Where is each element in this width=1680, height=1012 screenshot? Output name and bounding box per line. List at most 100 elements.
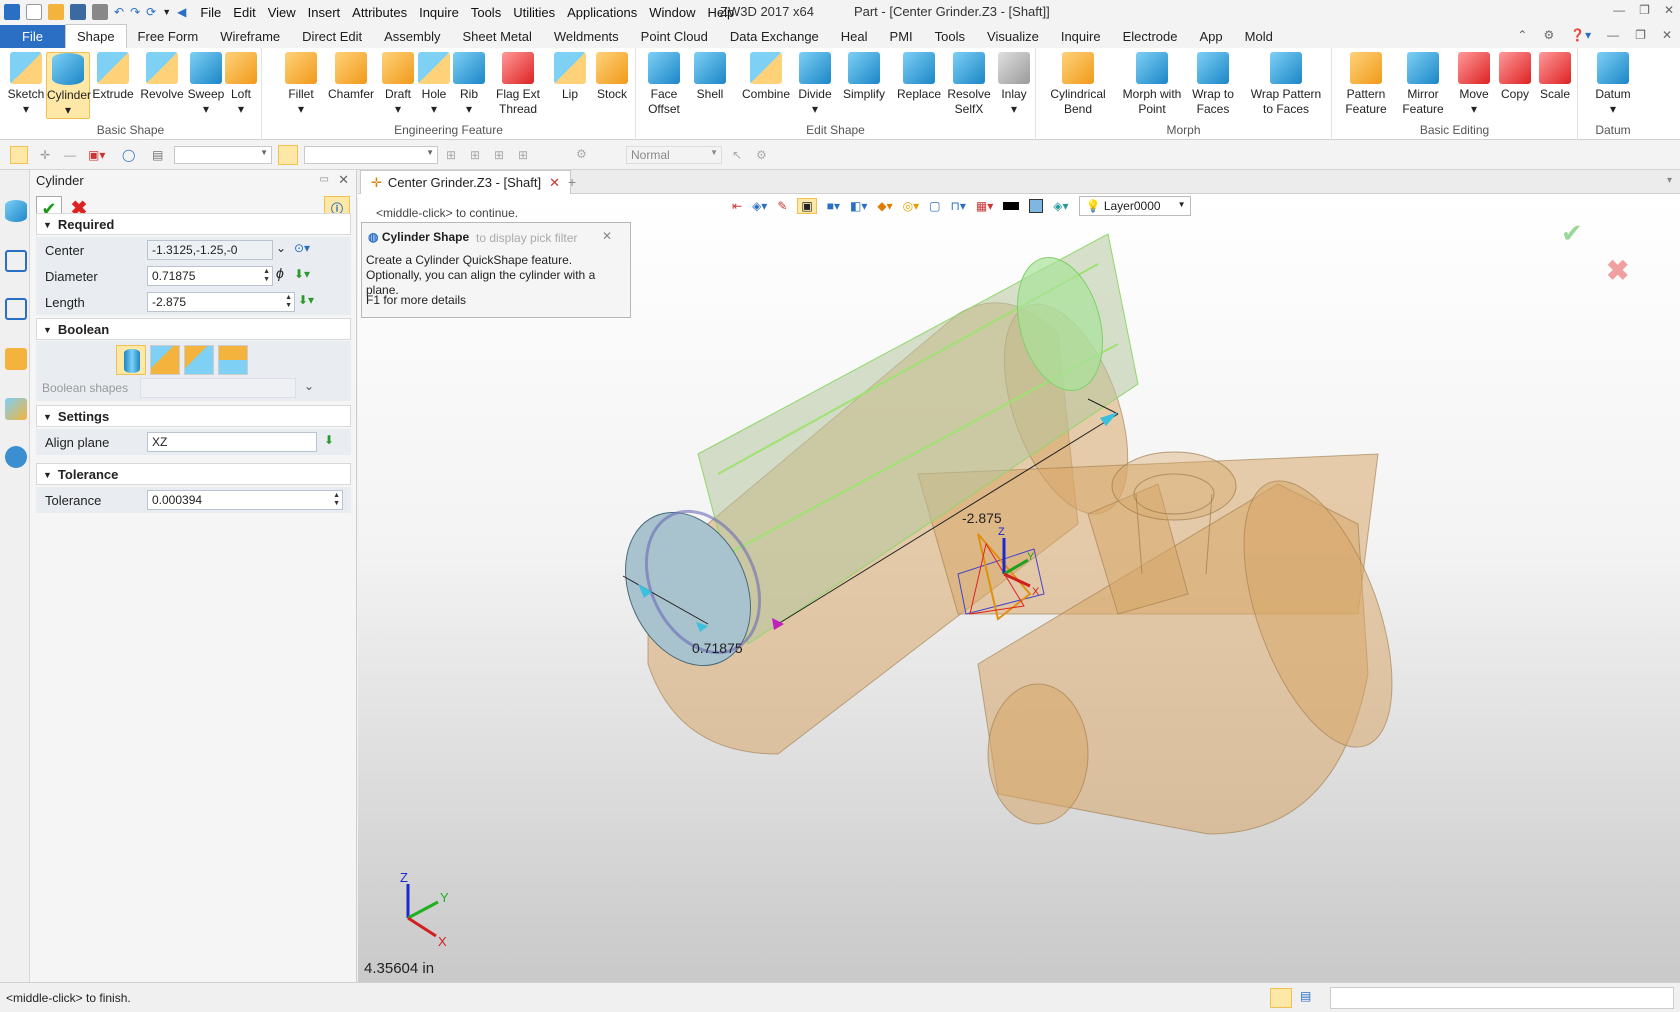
- panel-close-icon[interactable]: ✕: [338, 172, 349, 188]
- tab-visualize[interactable]: Visualize: [976, 25, 1050, 48]
- boolean-shapes-chevron-icon[interactable]: ⌄: [304, 379, 314, 393]
- length-spinner[interactable]: ▲ ▼: [285, 294, 292, 310]
- fillet-button[interactable]: Fillet ▾: [284, 52, 318, 117]
- document-tab-close-icon[interactable]: ✕: [549, 175, 560, 190]
- minimize-doc-icon[interactable]: —: [1607, 28, 1619, 42]
- simplify-button[interactable]: Simplify: [838, 52, 890, 102]
- tab-app[interactable]: App: [1189, 25, 1234, 48]
- double-chevron-icon[interactable]: ⌄: [276, 241, 292, 257]
- settings-gear-icon[interactable]: ⚙: [1543, 28, 1554, 42]
- menu-insert[interactable]: Insert: [302, 5, 347, 20]
- diameter-spinner[interactable]: ▲ ▼: [263, 268, 270, 284]
- tab-sheet-metal[interactable]: Sheet Metal: [452, 25, 543, 48]
- filter-icon[interactable]: ▣▾: [88, 148, 105, 162]
- menu-applications[interactable]: Applications: [561, 5, 643, 20]
- section-required[interactable]: Required: [36, 213, 351, 235]
- tab-file[interactable]: File: [0, 25, 65, 48]
- phi-icon[interactable]: ϕ: [276, 265, 292, 281]
- lasso-icon[interactable]: ◯: [122, 148, 135, 162]
- boolean-intersect-icon[interactable]: [218, 345, 248, 375]
- user-icon[interactable]: [5, 446, 27, 468]
- assembly-tree-icon[interactable]: [5, 298, 27, 320]
- divide-button[interactable]: Divide ▾: [796, 52, 834, 117]
- boolean-add-icon[interactable]: [150, 345, 180, 375]
- shell-button[interactable]: Shell: [692, 52, 728, 102]
- align-plane-field[interactable]: XZ: [147, 432, 317, 452]
- length-dimension[interactable]: -2.875: [962, 510, 1002, 526]
- 3d-viewport[interactable]: ⇤ ◈▾ ✎ ▣ ■▾ ◧▾ ◆▾ ◎▾ ▢ ⊓▾ ▦▾ ◈▾ 💡 Layer0…: [358, 194, 1680, 982]
- collapse-ribbon-icon[interactable]: ⌃: [1517, 28, 1527, 42]
- history-tree-icon[interactable]: [5, 250, 27, 272]
- rib-button[interactable]: Rib ▾: [452, 52, 486, 117]
- cylinder-button[interactable]: Cylinder ▾: [46, 52, 91, 119]
- menu-tools[interactable]: Tools: [465, 5, 507, 20]
- tab-heal[interactable]: Heal: [830, 25, 879, 48]
- tab-direct-edit[interactable]: Direct Edit: [291, 25, 373, 48]
- loft-button[interactable]: Loft ▾: [224, 52, 258, 117]
- back-arrow-icon[interactable]: ◀: [177, 5, 186, 19]
- status-layout-icon[interactable]: [1270, 988, 1292, 1008]
- boolean-shapes-field[interactable]: [140, 378, 296, 398]
- draft-button[interactable]: Draft ▾: [380, 52, 416, 117]
- status-list-icon[interactable]: ▤: [1300, 989, 1311, 1003]
- snap-icon[interactable]: ⚙: [756, 148, 767, 162]
- wrap-pattern-to-faces-button[interactable]: Wrap Pattern to Faces: [1250, 52, 1322, 117]
- point-pick-icon[interactable]: ⊙▾: [294, 241, 310, 257]
- render-icon[interactable]: ⚙: [576, 147, 587, 161]
- tab-inquire[interactable]: Inquire: [1050, 25, 1112, 48]
- restore-doc-icon[interactable]: ❐: [1635, 28, 1646, 42]
- inlay-button[interactable]: Inlay ▾: [996, 52, 1032, 117]
- new-tab-icon[interactable]: +: [568, 174, 576, 190]
- section-tolerance[interactable]: Tolerance: [36, 463, 351, 485]
- smart-pick-icon[interactable]: [278, 145, 298, 165]
- chamfer-button[interactable]: Chamfer: [326, 52, 376, 102]
- menu-attributes[interactable]: Attributes: [346, 5, 413, 20]
- menu-utilities[interactable]: Utilities: [507, 5, 561, 20]
- tab-mold[interactable]: Mold: [1234, 25, 1284, 48]
- scale-button[interactable]: Scale: [1536, 52, 1574, 102]
- wrap-to-faces-button[interactable]: Wrap to Faces: [1190, 52, 1236, 117]
- tab-weldments[interactable]: Weldments: [543, 25, 630, 48]
- document-tab[interactable]: ✛ Center Grinder.Z3 - [Shaft] ✕: [360, 170, 571, 194]
- remove-icon[interactable]: —: [64, 148, 76, 162]
- menu-view[interactable]: View: [262, 5, 302, 20]
- tab-pmi[interactable]: PMI: [879, 25, 924, 48]
- cursor-icon[interactable]: ↖: [732, 148, 742, 162]
- tolerance-spinner[interactable]: ▲ ▼: [333, 492, 340, 508]
- pattern-feature-button[interactable]: Pattern Feature: [1340, 52, 1392, 117]
- tab-data-exchange[interactable]: Data Exchange: [719, 25, 830, 48]
- boolean-remove-icon[interactable]: [184, 345, 214, 375]
- combine-button[interactable]: Combine: [740, 52, 792, 102]
- new-file-icon[interactable]: [26, 4, 42, 20]
- tool-a-icon[interactable]: ⊞: [446, 148, 456, 162]
- save-icon[interactable]: [70, 4, 86, 20]
- minimize-icon[interactable]: —: [1613, 3, 1625, 17]
- tab-point-cloud[interactable]: Point Cloud: [630, 25, 719, 48]
- tool-b-icon[interactable]: ⊞: [470, 148, 480, 162]
- sketch-button[interactable]: Sketch ▾: [6, 52, 46, 117]
- app-logo-icon[interactable]: [4, 4, 20, 20]
- tool-d-icon[interactable]: ⊞: [518, 148, 528, 162]
- revolve-button[interactable]: Revolve: [140, 52, 184, 102]
- dropdown-arrow-icon[interactable]: ▼: [162, 7, 171, 17]
- extrude-button[interactable]: Extrude: [92, 52, 134, 102]
- move-button[interactable]: Move ▾: [1454, 52, 1494, 117]
- copy-button[interactable]: Copy: [1496, 52, 1534, 102]
- length-field[interactable]: -2.875 ▲ ▼: [147, 292, 295, 312]
- print-icon[interactable]: [92, 4, 108, 20]
- mirror-feature-button[interactable]: Mirror Feature: [1398, 52, 1448, 117]
- filter-combo[interactable]: ▼: [174, 146, 272, 164]
- cylinder-manager-icon[interactable]: [5, 200, 27, 222]
- redo-icon[interactable]: ↷: [130, 5, 140, 19]
- length-pick-icon[interactable]: ⬇▾: [298, 293, 314, 309]
- help-icon[interactable]: ❓▾: [1570, 28, 1591, 42]
- close-doc-icon[interactable]: ✕: [1662, 28, 1672, 42]
- hole-button[interactable]: Hole ▾: [416, 52, 452, 117]
- plane-pick-icon[interactable]: ⬇: [324, 433, 340, 449]
- tab-assembly[interactable]: Assembly: [373, 25, 451, 48]
- tab-electrode[interactable]: Electrode: [1112, 25, 1189, 48]
- restore-icon[interactable]: ❐: [1639, 3, 1650, 17]
- menu-file[interactable]: File: [194, 5, 227, 20]
- tab-tools[interactable]: Tools: [924, 25, 976, 48]
- menu-edit[interactable]: Edit: [227, 5, 261, 20]
